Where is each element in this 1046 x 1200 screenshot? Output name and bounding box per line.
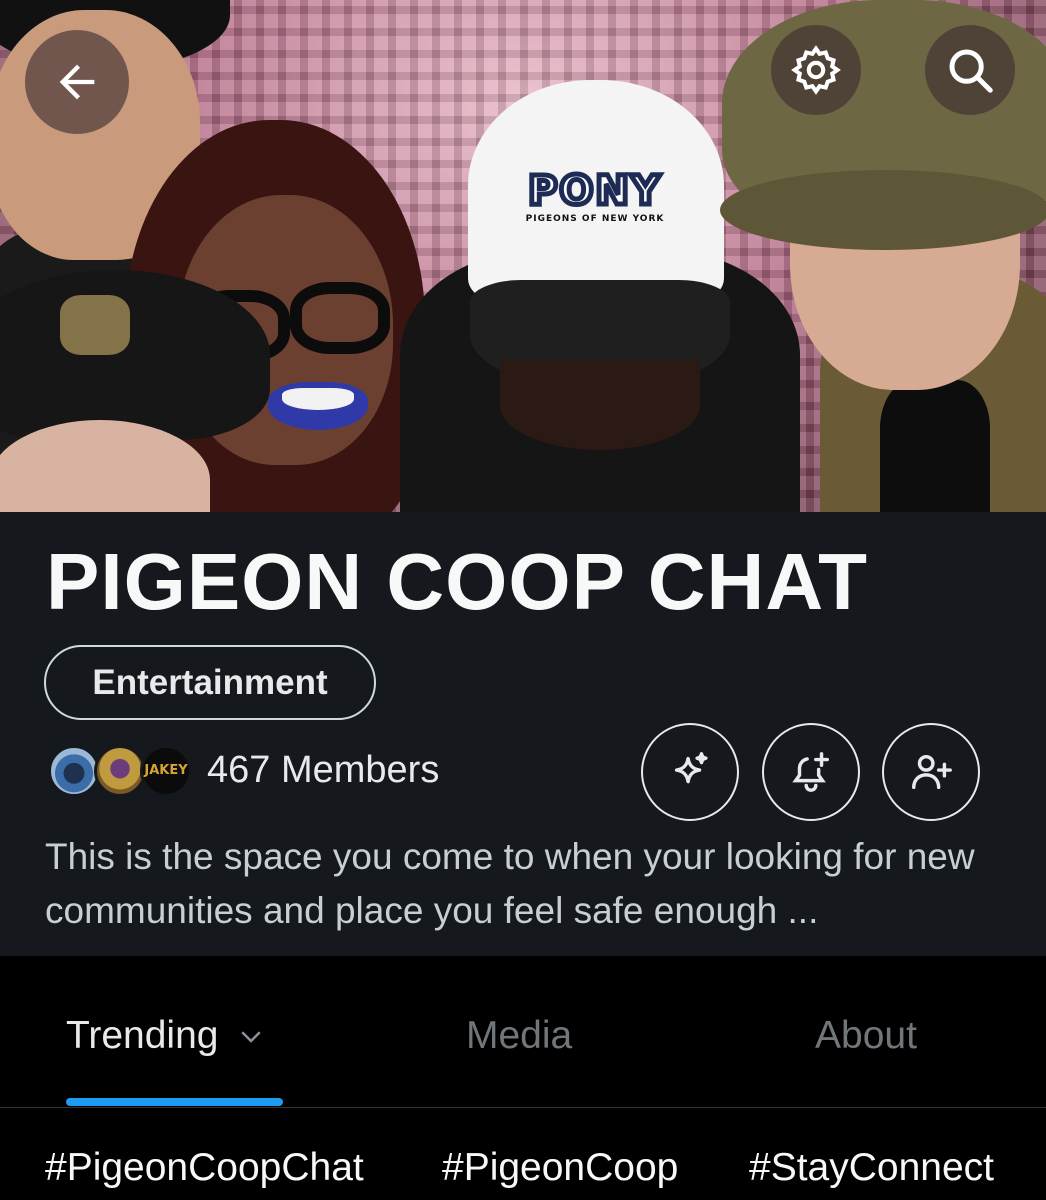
chevron-down-icon [241, 1031, 262, 1043]
member-avatars[interactable]: JAKEY [48, 745, 198, 797]
avatar: JAKEY [140, 745, 192, 797]
search-button[interactable] [925, 25, 1015, 115]
pony-cap-logo: PONY PIGEONS OF NEW YORK [505, 166, 685, 225]
community-header: PIGEON COOP CHAT Entertainment JAKEY 467… [0, 512, 1046, 956]
community-banner: PONY PIGEONS OF NEW YORK [0, 0, 1046, 512]
hashtag-link[interactable]: #PigeonCoopChat [45, 1146, 364, 1190]
user-plus-icon [912, 754, 952, 790]
tab-trending[interactable]: Trending [66, 1014, 266, 1058]
tab-about[interactable]: About [815, 1014, 917, 1058]
avatar-text: JAKEY [144, 763, 188, 778]
tab-label: Trending [66, 1014, 219, 1057]
community-title: PIGEON COOP CHAT [46, 537, 869, 626]
banner-smile [282, 388, 354, 410]
pony-logo-word: PONY [526, 166, 663, 217]
avatar [94, 745, 146, 797]
settings-button[interactable] [771, 25, 861, 115]
bell-plus-icon [792, 752, 830, 792]
sparkle-icon [674, 752, 708, 784]
member-count[interactable]: 467 Members [207, 749, 439, 792]
explore-button[interactable] [641, 723, 739, 821]
search-icon [949, 49, 993, 93]
gear-icon [791, 45, 841, 95]
tab-bar: Trending Media About [0, 956, 1046, 1108]
notifications-button[interactable] [762, 723, 860, 821]
arrow-left-icon [59, 64, 95, 100]
back-button[interactable] [25, 30, 129, 134]
community-description: This is the space you come to when your … [45, 836, 975, 931]
active-tab-indicator [66, 1098, 283, 1106]
tab-media[interactable]: Media [466, 1014, 572, 1058]
avatar [48, 745, 100, 797]
banner-glasses [290, 282, 390, 354]
banner-person-chin [500, 360, 700, 450]
banner-hat-brim [720, 170, 1046, 250]
hashtag-link[interactable]: #StayConnect [749, 1146, 994, 1190]
hashtag-link[interactable]: #PigeonCoop [442, 1146, 678, 1190]
category-pill[interactable]: Entertainment [44, 645, 376, 720]
banner-cap-logo [60, 295, 130, 355]
pony-logo-subtext: PIGEONS OF NEW YORK [525, 214, 665, 224]
hashtag-row: #PigeonCoopChat #PigeonCoop #StayConnect [0, 1108, 1046, 1200]
join-button[interactable] [882, 723, 980, 821]
banner-person-shirt [880, 380, 990, 512]
